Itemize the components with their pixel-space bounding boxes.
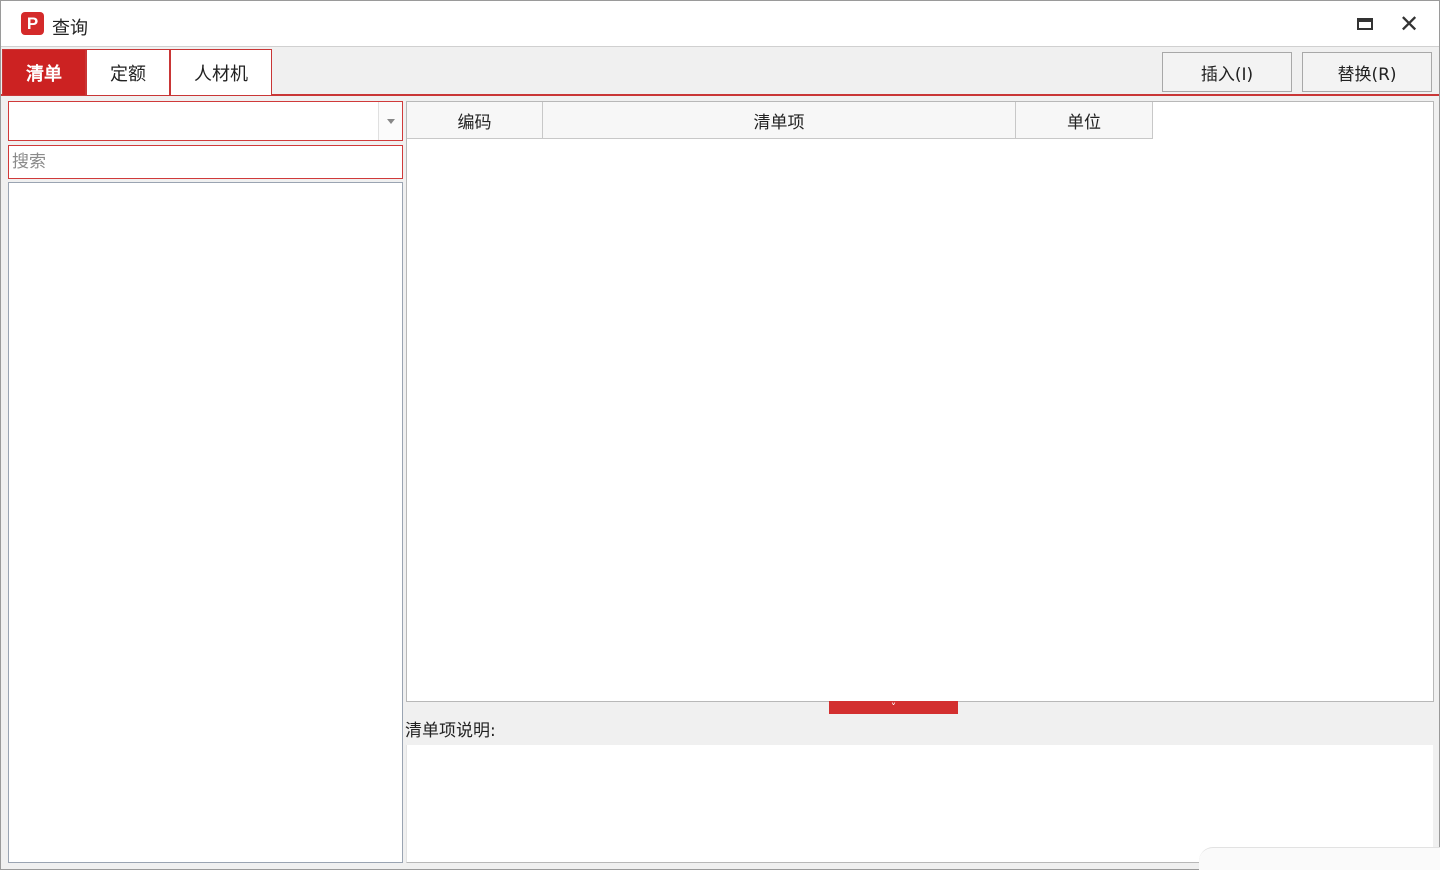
panel-splitter-handle[interactable]: ˅	[829, 701, 958, 714]
chevron-down-icon	[386, 118, 395, 124]
maximize-icon	[1357, 18, 1373, 30]
query-window: P 查询 ✕ 清单 定额 人材机 插入(I) 替换(R) 编码 清单项 单位 ˅	[0, 0, 1440, 870]
tab-bill-list[interactable]: 清单	[2, 49, 86, 95]
search-input[interactable]	[9, 146, 402, 178]
corner-overlay	[1199, 847, 1440, 870]
tab-strip: 清单 定额 人材机 插入(I) 替换(R)	[1, 48, 1439, 96]
bill-items-grid[interactable]: 编码 清单项 单位	[406, 101, 1434, 702]
combo-dropdown-button[interactable]	[378, 102, 402, 140]
column-header-bill-item[interactable]: 清单项	[543, 102, 1016, 139]
category-combo[interactable]	[8, 101, 403, 141]
insert-button[interactable]: 插入(I)	[1162, 52, 1292, 92]
column-header-unit[interactable]: 单位	[1016, 102, 1153, 139]
tab-quota[interactable]: 定额	[86, 49, 170, 95]
chevron-down-icon: ˅	[890, 701, 897, 714]
replace-button[interactable]: 替换(R)	[1302, 52, 1432, 92]
description-label: 清单项说明:	[405, 721, 496, 741]
search-field[interactable]	[8, 145, 403, 179]
column-header-code[interactable]: 编码	[407, 102, 543, 139]
tab-labor-material-machine[interactable]: 人材机	[170, 49, 272, 95]
description-box[interactable]	[406, 745, 1433, 863]
close-icon: ✕	[1398, 10, 1420, 38]
category-tree[interactable]	[8, 182, 403, 863]
title-bar: P 查询 ✕	[1, 1, 1439, 47]
close-button[interactable]: ✕	[1393, 9, 1425, 39]
app-logo-icon: P	[21, 12, 44, 35]
maximize-button[interactable]	[1349, 9, 1381, 39]
window-title: 查询	[52, 18, 88, 39]
grid-header: 编码 清单项 单位	[407, 102, 1153, 139]
